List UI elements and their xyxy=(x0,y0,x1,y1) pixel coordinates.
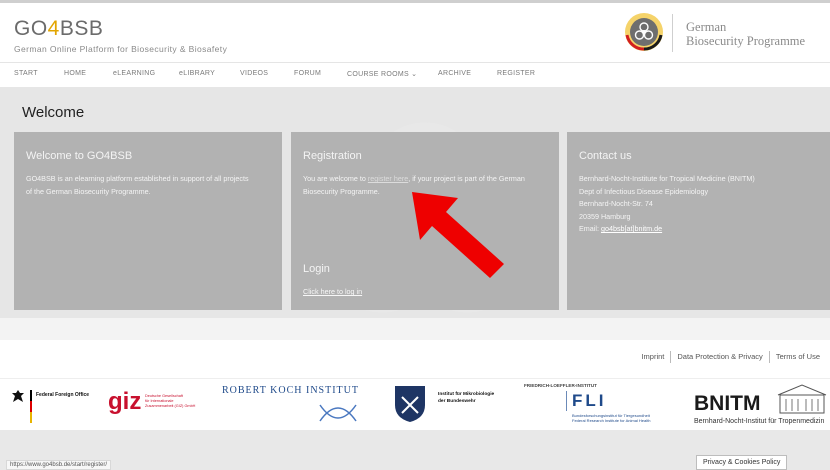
rki-name: ROBERT KOCH INSTITUT xyxy=(222,385,359,396)
footer-separator xyxy=(768,351,770,363)
programme-name: German Biosecurity Programme xyxy=(686,20,805,48)
contact-email-link[interactable]: go4bsb[at]bnitm.de xyxy=(601,224,662,233)
main-nav: START HOME eLEARNING eLIBRARY VIDEOS FOR… xyxy=(0,62,830,88)
brand-subtitle: German Online Platform for Biosecurity &… xyxy=(14,44,228,54)
about-body-line1: GO4BSB is an elearning platform establis… xyxy=(26,174,249,183)
about-body: GO4BSB is an elearning platform establis… xyxy=(26,173,249,198)
hero-bottom-strip xyxy=(0,318,830,340)
microbiology-line2: der Bundeswehr xyxy=(438,399,476,404)
dna-helix-icon xyxy=(319,404,357,422)
nav-course-rooms[interactable]: COURSE ROOMS ⌄ xyxy=(347,70,417,78)
giz-fullname: Deutsche Gesellschaft für Internationale… xyxy=(145,394,195,409)
about-title: Welcome to GO4BSB xyxy=(26,150,133,162)
nav-start[interactable]: START xyxy=(14,70,38,77)
fli-logo[interactable]: FRIEDRICH-LOEFFLER-INSTITUT FLI Bundesfo… xyxy=(522,383,690,429)
bnitm-wordmark: BNITM xyxy=(694,392,761,415)
programme-line1: German xyxy=(686,20,727,34)
fli-subtitle: Bundesforschungsinstitut für Tiergesundh… xyxy=(572,413,650,423)
contact-department: Dept of Infectious Disease Epidemiology xyxy=(579,186,709,196)
footer-separator xyxy=(670,351,672,363)
registration-title: Registration xyxy=(303,150,362,162)
red-arrow-annotation xyxy=(412,192,504,278)
microbiology-line1: Institut für Mikrobiologie xyxy=(438,392,495,397)
page-title: Welcome xyxy=(22,104,85,121)
partner-logos: Federal Foreign Office giz Deutsche Gese… xyxy=(0,378,830,431)
ffo-logo[interactable]: Federal Foreign Office xyxy=(10,389,90,423)
terms-of-use-link[interactable]: Terms of Use xyxy=(776,352,820,361)
contact-title: Contact us xyxy=(579,150,632,162)
imprint-link[interactable]: Imprint xyxy=(641,352,664,361)
flag-stripe xyxy=(30,390,32,423)
privacy-cookies-button[interactable]: Privacy & Cookies Policy xyxy=(696,455,788,470)
contact-institute: Bernhard-Nocht-Institute for Tropical Me… xyxy=(579,174,755,183)
contact-street: Bernhard-Nocht-Str. 74 xyxy=(579,199,653,208)
top-border xyxy=(0,0,830,3)
fli-wordmark: FLI xyxy=(572,391,607,410)
nav-videos[interactable]: VIDEOS xyxy=(240,70,268,77)
bnitm-logo[interactable]: BNITM Bernhard-Nocht-Institut für Tropen… xyxy=(694,383,830,429)
brand-title: GO4BSB xyxy=(14,18,227,40)
footer-links: Imprint Data Protection & Privacy Terms of… xyxy=(641,351,820,363)
fli-bar xyxy=(566,391,567,411)
nav-forum[interactable]: FORUM xyxy=(294,70,321,77)
biohazard-emblem-icon xyxy=(625,13,663,51)
ffo-name: Federal Foreign Office xyxy=(36,392,90,398)
fli-institute-name: FRIEDRICH-LOEFFLER-INSTITUT xyxy=(524,383,597,388)
rki-logo[interactable]: ROBERT KOCH INSTITUT xyxy=(222,385,382,429)
nav-elearning[interactable]: eLEARNING xyxy=(113,70,155,77)
building-icon xyxy=(777,384,827,414)
contact-email-label: Email: xyxy=(579,224,601,233)
contact-body: Bernhard-Nocht-Institute for Tropical Me… xyxy=(579,173,755,236)
nav-archive[interactable]: ARCHIVE xyxy=(438,70,471,77)
about-panel: Welcome to GO4BSB GO4BSB is an elearning… xyxy=(14,132,282,310)
about-body-line2: of the German Biosecurity Programme. xyxy=(26,186,151,196)
registration-text-post: , if your project is part of the German xyxy=(408,174,525,183)
brand-four: 4 xyxy=(47,17,60,40)
login-link[interactable]: Click here to log in xyxy=(303,287,362,296)
microbiology-institute-logo[interactable]: Institut für Mikrobiologie der Bundesweh… xyxy=(394,383,514,429)
contact-city: 20359 Hamburg xyxy=(579,211,631,221)
nav-home[interactable]: HOME xyxy=(64,70,86,77)
register-here-link[interactable]: register here xyxy=(368,174,408,183)
microbiology-name: Institut für Mikrobiologie der Bundesweh… xyxy=(438,391,494,405)
giz-logo[interactable]: giz Deutsche Gesellschaft für Internatio… xyxy=(108,389,218,421)
login-title: Login xyxy=(303,263,330,275)
programme-line2: Biosecurity Programme xyxy=(686,34,806,48)
contact-panel: Contact us Bernhard-Nocht-Institute for … xyxy=(567,132,830,310)
bnitm-fullname: Bernhard-Nocht-Institut für Tropenmedizi… xyxy=(694,418,825,425)
shield-icon xyxy=(395,386,425,422)
brand-bsb: BSB xyxy=(59,17,104,40)
registration-text-pre: You are welcome to xyxy=(303,174,368,183)
brand-go: GO xyxy=(14,17,48,40)
status-bar-url: https://www.go4bsb.de/start/register/ xyxy=(6,460,112,470)
giz-line3: Zusammenarbeit (GIZ) GmbH xyxy=(145,404,196,408)
nav-elibrary[interactable]: eLIBRARY xyxy=(179,70,215,77)
site-logo[interactable]: GO4BSB German Online Platform for Biosec… xyxy=(14,18,228,55)
fli-line2: Federal Research Institute for Animal He… xyxy=(572,418,651,423)
nav-register[interactable]: REGISTER xyxy=(497,70,535,77)
eagle-icon xyxy=(12,390,24,402)
data-protection-link[interactable]: Data Protection & Privacy xyxy=(677,352,762,361)
giz-wordmark: giz xyxy=(108,388,142,415)
header-divider xyxy=(672,14,673,52)
